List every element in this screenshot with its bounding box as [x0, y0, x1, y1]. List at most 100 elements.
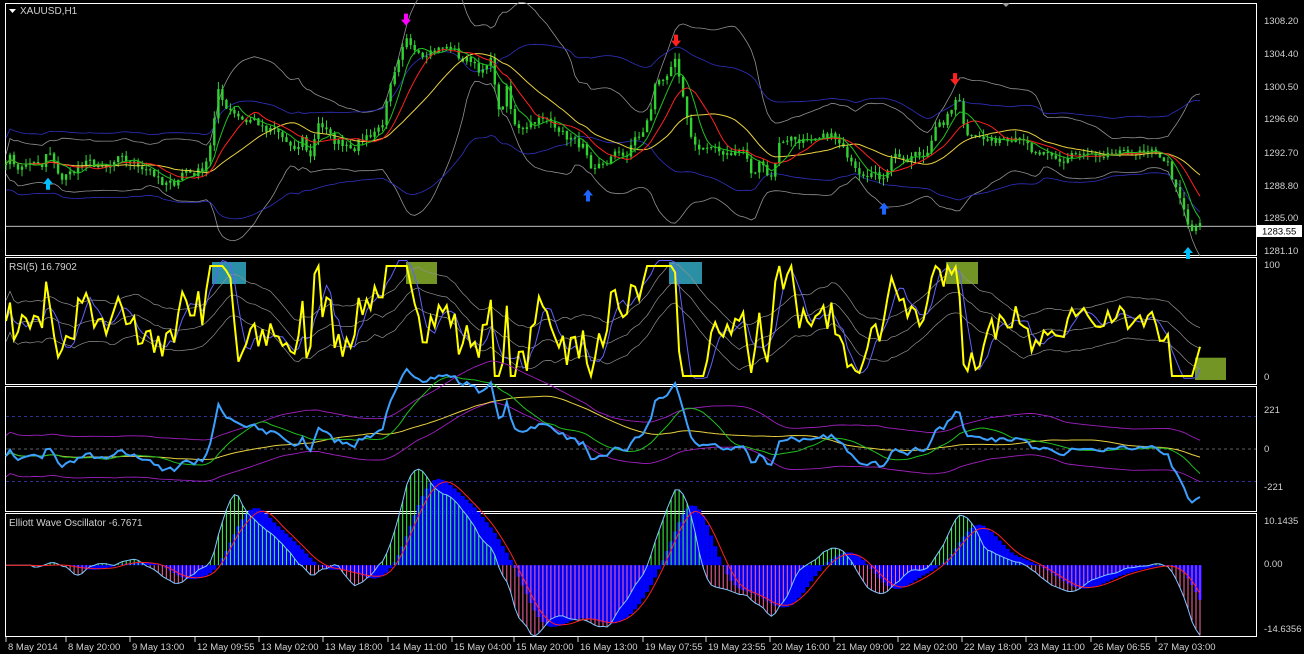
cci-tick: -221: [1264, 482, 1283, 493]
candle-body: [441, 47, 444, 49]
candle-body: [846, 146, 849, 158]
candle-body: [1034, 152, 1037, 153]
candle-body: [966, 123, 969, 136]
candle-body: [1030, 143, 1033, 153]
candle-body: [710, 147, 713, 149]
candle-body: [233, 109, 236, 114]
candle-body: [870, 173, 873, 177]
candle-body: [469, 57, 472, 62]
candle-body: [1126, 149, 1130, 154]
candle-body: [1150, 149, 1154, 151]
time-axis-label: 20 May 16:00: [772, 642, 830, 653]
candle-body: [317, 123, 320, 139]
price-tick: 1300.50: [1264, 82, 1298, 93]
candle-body: [20, 166, 24, 170]
candle-body: [986, 139, 989, 141]
candle-body: [397, 59, 400, 73]
candle-body: [990, 138, 993, 141]
candle-body: [770, 175, 773, 177]
candle-body: [169, 180, 172, 183]
candle-body: [645, 120, 649, 133]
sell-signal-arrow: [950, 73, 960, 86]
candle-body: [301, 137, 304, 147]
candle-body: [513, 109, 517, 125]
time-axis-label: 8 May 2014: [8, 642, 58, 653]
candle-body: [345, 144, 348, 146]
symbol-dropdown-icon[interactable]: [9, 9, 16, 13]
signal-highlight-box: [669, 262, 702, 284]
candle-body: [261, 125, 264, 127]
candle-body: [1010, 141, 1013, 143]
cci-tick: 0: [1264, 444, 1269, 455]
candle-body: [569, 137, 573, 140]
time-axis: 8 May 2014 8 May 20:00 9 May 13:00 12 May 0…: [5, 637, 1216, 653]
candle-body: [633, 137, 637, 146]
candle-body: [1194, 226, 1198, 231]
candle-body: [858, 168, 861, 175]
candle-body: [581, 143, 585, 148]
candle-body: [241, 116, 244, 120]
candle-body: [1062, 161, 1065, 163]
candle-body: [661, 79, 665, 81]
candle-body: [954, 99, 957, 110]
candle-body: [850, 157, 853, 162]
rsi-panel: [5, 259, 1226, 380]
candle-body: [401, 47, 404, 60]
candle-body: [60, 173, 64, 180]
chart-shift-marker-icon[interactable]: [1002, 3, 1010, 7]
candle-body: [393, 72, 396, 85]
candle-body: [149, 169, 152, 171]
candle-body: [68, 171, 72, 175]
candle-body: [902, 157, 905, 159]
candle-body: [665, 76, 669, 80]
candle-body: [337, 139, 340, 144]
candle-body: [818, 137, 821, 139]
rsi-tick: 100: [1264, 260, 1280, 271]
candle-body: [44, 154, 48, 167]
candle-body: [369, 135, 372, 137]
candle-body: [365, 135, 368, 141]
candle-body: [802, 138, 805, 143]
candle-body: [265, 125, 268, 132]
buy-signal-arrow: [43, 177, 53, 190]
candle-body: [1042, 151, 1045, 155]
candle-body: [722, 151, 725, 155]
time-axis-label: 19 May 07:55: [645, 642, 703, 653]
candle-body: [689, 117, 693, 137]
candle-body: [209, 145, 212, 162]
candle-body: [565, 130, 569, 140]
trading-chart[interactable]: XAUUSD,H1 RSI(5) 16.7902 Elliott Wave Os…: [0, 0, 1304, 654]
time-axis-label: 27 May 03:00: [1158, 642, 1216, 653]
candle-body: [758, 161, 761, 173]
rsi-panel-border: [5, 257, 1257, 385]
moving-average-red: [5, 49, 1201, 197]
candle-body: [974, 135, 977, 137]
candle-body: [637, 136, 641, 138]
candle-body: [325, 127, 328, 130]
candle-body: [537, 117, 541, 124]
moving-average-green: [5, 47, 1201, 219]
candle-body: [1102, 156, 1105, 158]
candle-body: [557, 127, 561, 132]
candle-body: [421, 52, 424, 58]
candle-body: [501, 106, 504, 110]
ewo-tick: -14.6356: [1264, 624, 1302, 635]
candle-body: [517, 124, 521, 128]
candle-body: [1058, 158, 1061, 162]
candle-body: [730, 153, 733, 155]
candle-body: [1162, 157, 1166, 162]
candle-body: [685, 96, 689, 118]
candle-body: [1170, 161, 1174, 180]
candle-body: [165, 182, 168, 185]
candle-body: [790, 136, 793, 141]
cci-tick: 221: [1264, 405, 1280, 416]
candle-body: [982, 136, 985, 140]
candle-body: [970, 135, 973, 137]
candle-body: [297, 147, 300, 150]
candle-body: [898, 153, 901, 158]
candle-body: [706, 147, 709, 149]
candle-body: [225, 99, 228, 109]
candle-body: [197, 168, 200, 176]
candle-body: [862, 174, 865, 176]
candle-body: [12, 154, 16, 165]
